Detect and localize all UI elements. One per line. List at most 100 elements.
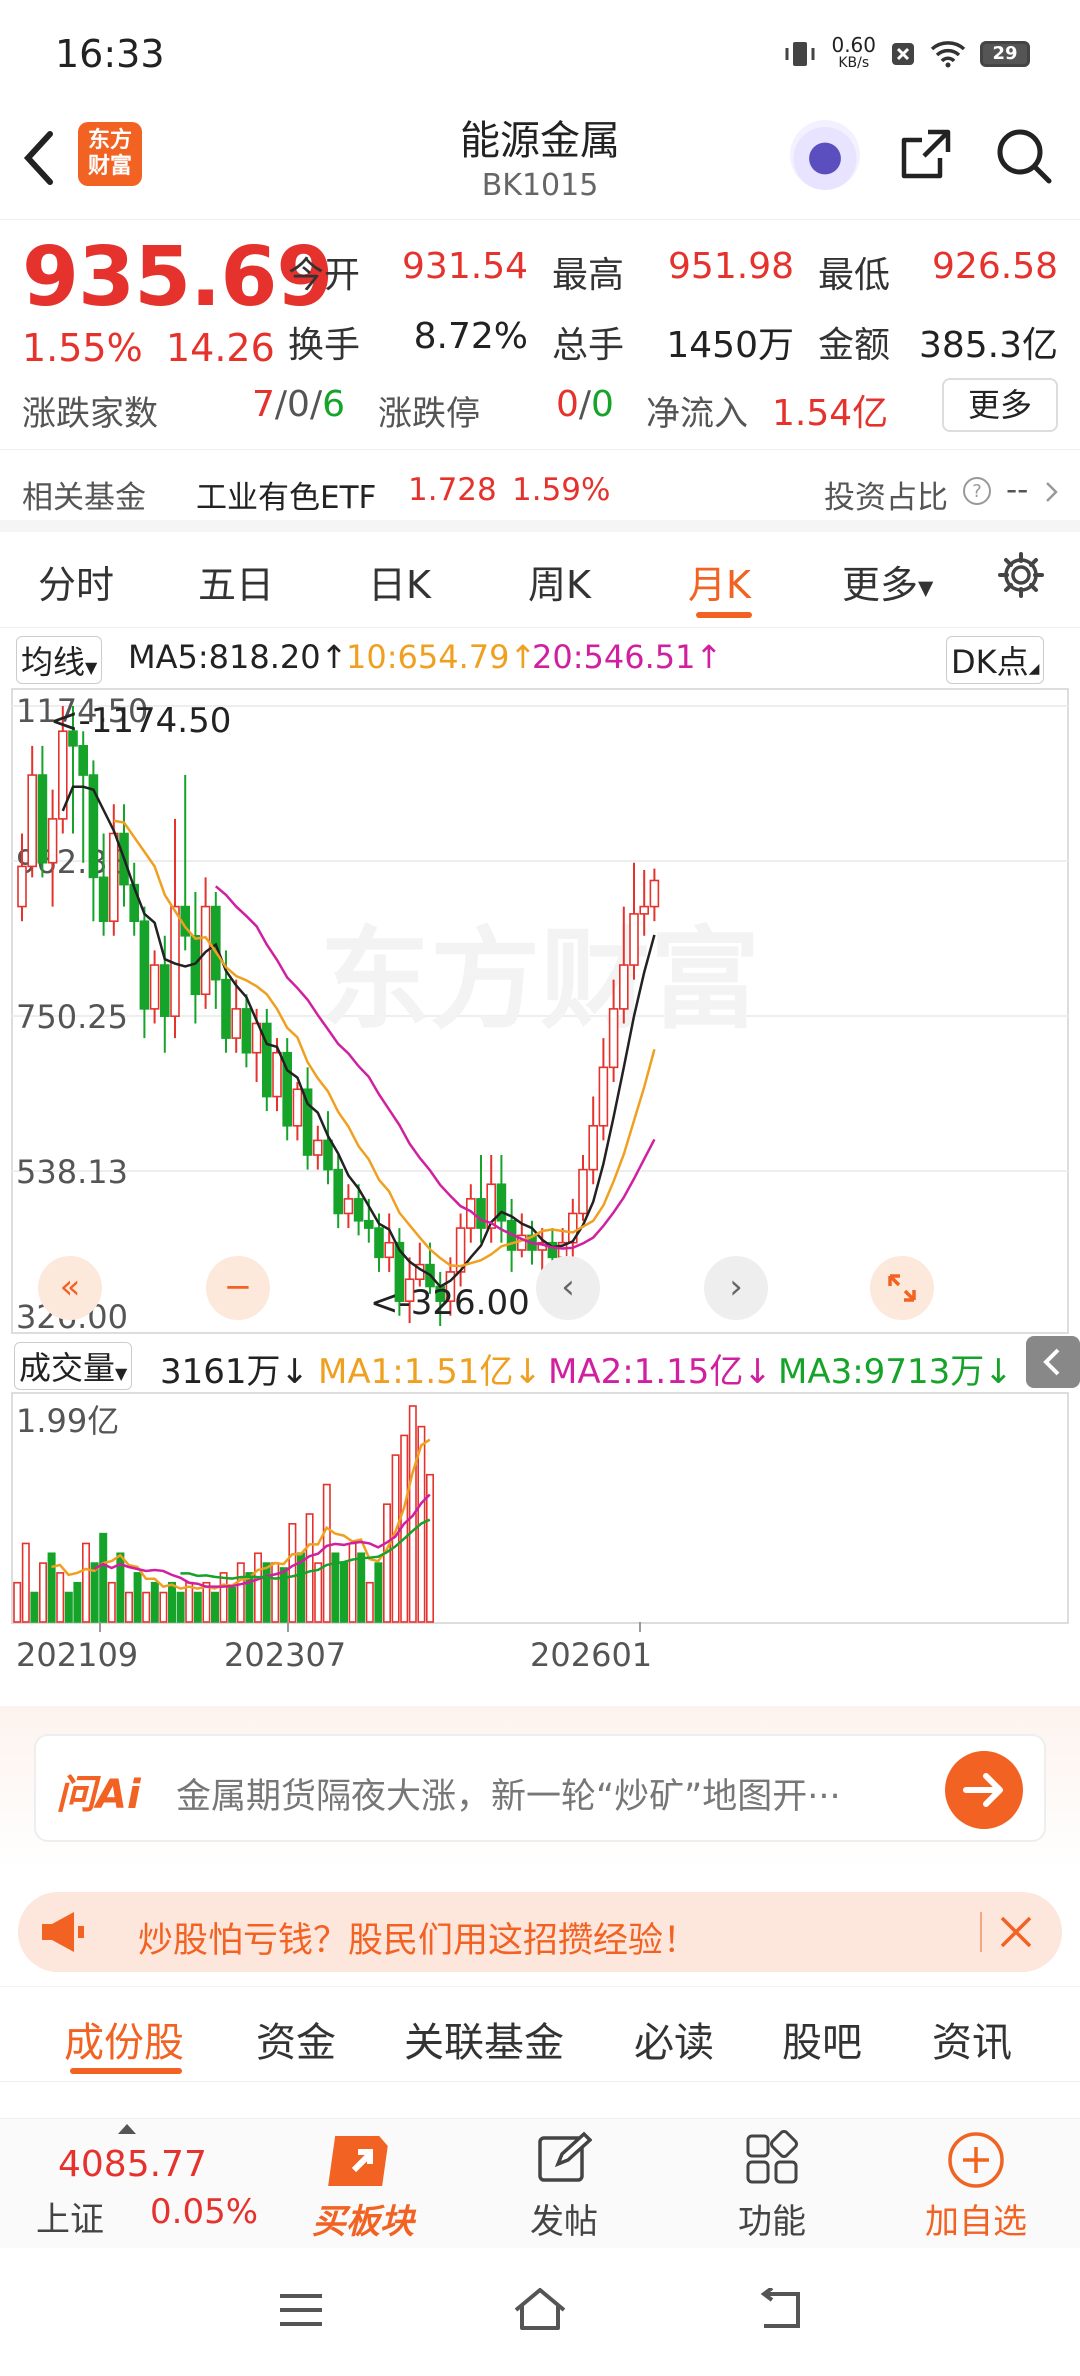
add-watchlist-icon[interactable] (946, 2130, 1006, 2190)
candle-body (363, 1219, 374, 1229)
volume-bar (64, 1591, 73, 1623)
candle-body (649, 879, 660, 908)
tab-forum[interactable]: 股吧 (782, 2010, 862, 2068)
candle-body (98, 876, 109, 922)
promo-banner[interactable]: 炒股怕亏钱？股民们用这招攒经验！ (18, 1892, 1062, 1972)
change-percent: 1.55% (22, 326, 143, 370)
volume-bar (211, 1591, 220, 1623)
home-icon[interactable] (512, 2286, 568, 2334)
wifi-icon (930, 41, 966, 68)
candle-body (476, 1198, 486, 1229)
volume-bar (168, 1581, 177, 1623)
divider (980, 1912, 982, 1952)
candlestick-chart[interactable]: 东方财富1174.50962.38750.25538.13326.00<-117… (0, 688, 1080, 1334)
scroll-left-fast-button[interactable]: « (38, 1256, 102, 1320)
dropdown-icon: ▼ (115, 1364, 128, 1383)
fund-label: 相关基金 (22, 480, 146, 516)
ma10-value: 10:654.79↑ (346, 638, 537, 676)
tab-more[interactable]: 更多▼ (842, 554, 933, 609)
zoom-out-button[interactable]: − (206, 1256, 270, 1320)
tab-intraday[interactable]: 分时 (38, 554, 114, 609)
scroll-left-button[interactable]: ‹ (536, 1256, 600, 1320)
volume-bar (262, 1562, 271, 1623)
dk-point-select[interactable]: DK点◢ (946, 636, 1045, 684)
tab-components[interactable]: 成份股 (64, 2010, 184, 2068)
fund-name[interactable]: 工业有色ETF (196, 472, 376, 517)
volume-bar (339, 1562, 348, 1623)
volume-chart[interactable]: 1.99亿 202109 202307 202601 (0, 1392, 1080, 1692)
share-icon[interactable] (898, 126, 954, 182)
scroll-right-button[interactable]: › (704, 1256, 768, 1320)
candle-body (109, 832, 119, 922)
ai-ask-bar[interactable]: 问Ai 金属期货隔夜大涨，新一轮“炒矿”地图开··· (34, 1734, 1046, 1842)
menu-icon[interactable] (278, 2292, 324, 2328)
post-label[interactable]: 发帖 (504, 2194, 624, 2243)
status-time: 16:33 (55, 32, 165, 76)
volume-bar (159, 1591, 168, 1623)
volume-tick-label: 1.99亿 (16, 1402, 119, 1440)
candle-body (149, 964, 160, 1010)
system-nav-bar (0, 2248, 1080, 2376)
back-nav-icon[interactable] (756, 2288, 806, 2332)
buy-sector-icon[interactable] (326, 2130, 396, 2192)
volume-bar (150, 1581, 159, 1623)
tab-must-read[interactable]: 必读 (634, 2010, 714, 2068)
search-icon[interactable] (994, 126, 1054, 186)
volume-bar (125, 1591, 134, 1623)
buy-sector-label[interactable]: 买板块 (300, 2194, 426, 2243)
function-label[interactable]: 功能 (710, 2194, 834, 2243)
indicator-select[interactable]: 均线▼ (16, 636, 103, 684)
status-bar: 16:33 0.60 KB/s 29 (0, 0, 1080, 110)
candle-body (384, 1241, 395, 1259)
tab-news[interactable]: 资讯 (932, 2010, 1012, 2068)
tab-monthly-k[interactable]: 月K (688, 554, 751, 609)
ai-go-arrow-icon[interactable] (944, 1750, 1024, 1830)
turnover-value: 8.72% (413, 316, 528, 357)
close-icon[interactable] (998, 1914, 1034, 1950)
add-watchlist-label[interactable]: 加自选 (908, 2194, 1044, 2243)
candle-body (221, 978, 231, 1039)
candle-body (139, 920, 150, 1010)
candle-body (37, 774, 48, 864)
volume-label: 总手 (552, 325, 625, 366)
candle-body (47, 818, 58, 864)
amount-label: 金额 (818, 325, 891, 366)
tab-funds[interactable]: 资金 (256, 2010, 336, 2068)
volume-bar (322, 1483, 331, 1623)
amount-value: 385.3亿 (918, 325, 1058, 366)
low-label: 最低 (818, 255, 891, 296)
candle-body (323, 1139, 333, 1171)
settings-gear-icon[interactable] (996, 550, 1046, 600)
ai-robot-icon[interactable] (790, 120, 860, 190)
tab-five-day[interactable]: 五日 (198, 554, 274, 609)
volume-bar (142, 1591, 151, 1623)
collapse-panel-icon[interactable] (1026, 1336, 1080, 1388)
function-grid-icon[interactable] (744, 2130, 800, 2186)
megaphone-icon (42, 1912, 84, 1952)
active-subtab-indicator (70, 2068, 182, 2074)
ma5-value: MA5:818.20↑ (128, 638, 348, 676)
candle-body (608, 1008, 619, 1069)
open-value: 931.54 (402, 246, 528, 287)
volume-bar (38, 1562, 47, 1623)
help-icon[interactable]: ? (962, 476, 992, 506)
volume-bar (254, 1552, 263, 1623)
volume-bar (21, 1542, 30, 1623)
post-edit-icon[interactable] (536, 2130, 592, 2186)
tab-related-funds[interactable]: 关联基金 (404, 2010, 564, 2068)
tab-weekly-k[interactable]: 周K (528, 554, 591, 609)
tab-daily-k[interactable]: 日K (368, 554, 431, 609)
high-value: 951.98 (668, 246, 794, 287)
more-button[interactable]: 更多 (942, 378, 1058, 432)
min-price-label: <-326.00 (370, 1283, 530, 1323)
candle-body (241, 1008, 252, 1054)
volume-bar (374, 1562, 383, 1623)
volume-select[interactable]: 成交量▼ (14, 1342, 133, 1390)
candle-body (27, 774, 38, 868)
svg-text:?: ? (972, 481, 982, 502)
netflow-label: 净流入 (646, 394, 748, 434)
index-value[interactable]: 4085.77 (58, 2144, 207, 2185)
index-pct: 0.05% (150, 2192, 259, 2232)
x-tick-label: 202601 (530, 1636, 652, 1674)
fullscreen-icon[interactable] (870, 1256, 934, 1320)
